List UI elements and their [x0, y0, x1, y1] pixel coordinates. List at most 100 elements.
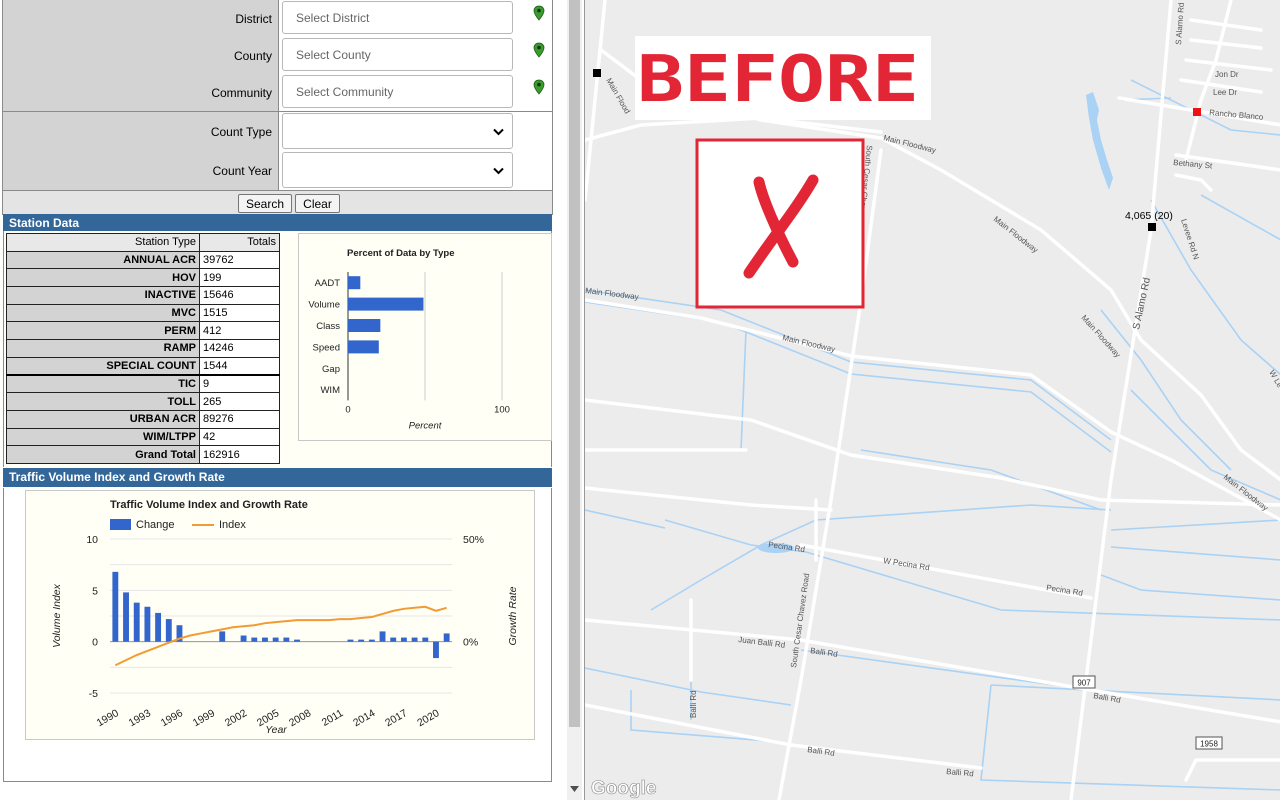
category-label: Speed	[313, 342, 340, 353]
station-type-cell: URBAN ACR	[6, 409, 200, 429]
bar	[165, 619, 172, 642]
station-type-cell: HOV	[6, 268, 200, 288]
station-type-cell: PERM	[6, 321, 200, 341]
county-label: County	[3, 37, 279, 74]
search-button[interactable]: Search	[238, 194, 292, 213]
station-total-cell: 265	[199, 392, 280, 411]
map-pin-icon[interactable]	[533, 5, 545, 21]
station-type-cell: MVC	[6, 303, 200, 323]
bar	[433, 641, 439, 659]
county-input[interactable]: Select County	[282, 38, 513, 71]
count-type-row: Count Type	[2, 112, 553, 152]
legend-label: Index	[219, 519, 246, 531]
x-tick-label: 2011	[320, 707, 346, 729]
clear-button[interactable]: Clear	[295, 194, 340, 213]
bar	[251, 637, 258, 642]
x-tick-label: 2014	[351, 707, 377, 729]
bar	[294, 639, 300, 642]
table-row: URBAN ACR 89276	[6, 409, 280, 429]
count-year-select[interactable]	[282, 152, 513, 188]
bar	[422, 637, 429, 642]
y2-axis-label: Growth Rate	[507, 586, 519, 645]
left-panel: District Select District County Select C…	[0, 0, 567, 800]
scroll-thumb[interactable]	[569, 0, 580, 727]
x-tick-label: 1990	[95, 707, 121, 729]
bar	[219, 631, 226, 642]
category-label: WIM	[320, 385, 340, 396]
bar	[443, 633, 450, 642]
station-type-cell: ANNUAL ACR	[6, 250, 200, 270]
station-total-cell: 1544	[199, 356, 280, 376]
category-label: Class	[316, 321, 340, 332]
y-axis-label: Volume Index	[51, 583, 63, 648]
bar	[272, 637, 279, 642]
bar	[144, 606, 151, 642]
station-total-cell: 1515	[199, 303, 280, 323]
y2-tick-label: 50%	[463, 534, 484, 546]
map-pin-icon[interactable]	[533, 79, 545, 95]
canal-lines	[585, 79, 1280, 791]
bar	[283, 637, 290, 642]
road-label: S Alamo Rd	[1131, 277, 1153, 331]
bar	[368, 639, 375, 642]
pond	[1086, 92, 1113, 190]
bar	[262, 637, 268, 642]
station-marker[interactable]	[1148, 223, 1156, 231]
station-type-cell: TIC	[6, 374, 200, 394]
station-type-cell: Grand Total	[6, 445, 200, 464]
map-pin-icon[interactable]	[533, 42, 545, 58]
traffic-volume-panel: Traffic Volume Index and Growth Rate Chan…	[3, 488, 552, 782]
button-row: Search Clear	[2, 191, 553, 215]
x-tick-label: 2020	[415, 707, 441, 729]
table-row: MVC 1515	[6, 303, 280, 323]
y2-tick-label: -50%	[463, 739, 488, 741]
legend-swatch	[110, 519, 131, 530]
road-label: Jon Dr	[1215, 70, 1239, 79]
community-label: Community	[3, 74, 279, 111]
count-type-label: Count Type	[3, 112, 279, 151]
road-label: Balli Rd	[810, 646, 839, 659]
table-row: SPECIAL COUNT 1544	[6, 356, 280, 376]
x-axis-label: Year	[265, 724, 287, 736]
road-label: Pecina Rd	[1046, 583, 1084, 598]
scroll-down-arrow-icon[interactable]	[570, 786, 579, 792]
count-type-select[interactable]	[282, 113, 513, 149]
community-input[interactable]: Select Community	[282, 75, 513, 108]
station-marker[interactable]	[593, 69, 601, 77]
bar	[133, 602, 140, 642]
y-tick-label: 0	[92, 637, 98, 649]
x-tick-label: 1993	[127, 707, 153, 729]
station-type-cell: RAMP	[6, 339, 200, 358]
count-year-label: Count Year	[3, 151, 279, 190]
county-row: County Select County	[2, 37, 553, 75]
road-label: S Alamo Rd	[1174, 2, 1186, 45]
station-type-cell: INACTIVE	[6, 286, 200, 305]
district-input[interactable]: Select District	[282, 1, 513, 34]
scrollbar[interactable]	[567, 0, 582, 800]
chart-title: Traffic Volume Index and Growth Rate	[110, 499, 308, 511]
road-label: Main Floodway	[782, 333, 836, 354]
community-row: Community Select Community	[2, 74, 553, 112]
station-table: Station Type Totals ANNUAL ACR 39762 HOV 19…	[6, 233, 280, 464]
x-tick-label: 2008	[287, 707, 313, 729]
y-tick-label: -5	[89, 688, 98, 700]
x-tick-label: 1996	[159, 707, 185, 729]
station-total-cell: 14246	[199, 339, 280, 358]
table-row: PERM 412	[6, 321, 280, 341]
highway-shield: 1958	[1195, 736, 1223, 750]
map-canvas[interactable]: S Alamo Rd Jon Dr Lee Dr Rancho Blanco B…	[585, 0, 1280, 800]
map-panel[interactable]: S Alamo Rd Jon Dr Lee Dr Rancho Blanco B…	[584, 0, 1280, 800]
station-total-cell: 89276	[199, 409, 280, 429]
traffic-volume-header: Traffic Volume Index and Growth Rate	[3, 468, 552, 487]
shield-label: 907	[1077, 679, 1091, 688]
bar	[123, 592, 129, 642]
x-tick-label: 2002	[223, 707, 249, 729]
table-row: WIM/LTPP 42	[6, 427, 280, 447]
before-stamp-text: BEFORE	[637, 43, 919, 117]
highway-shield: 907	[1072, 675, 1096, 689]
legend-label: Change	[136, 519, 175, 531]
station-type-cell: TOLL	[6, 392, 200, 411]
station-marker-selected[interactable]	[1193, 108, 1201, 116]
column-header: Station Type	[6, 233, 200, 252]
station-data-panel: Station Type Totals ANNUAL ACR 39762 HOV 19…	[3, 231, 552, 467]
